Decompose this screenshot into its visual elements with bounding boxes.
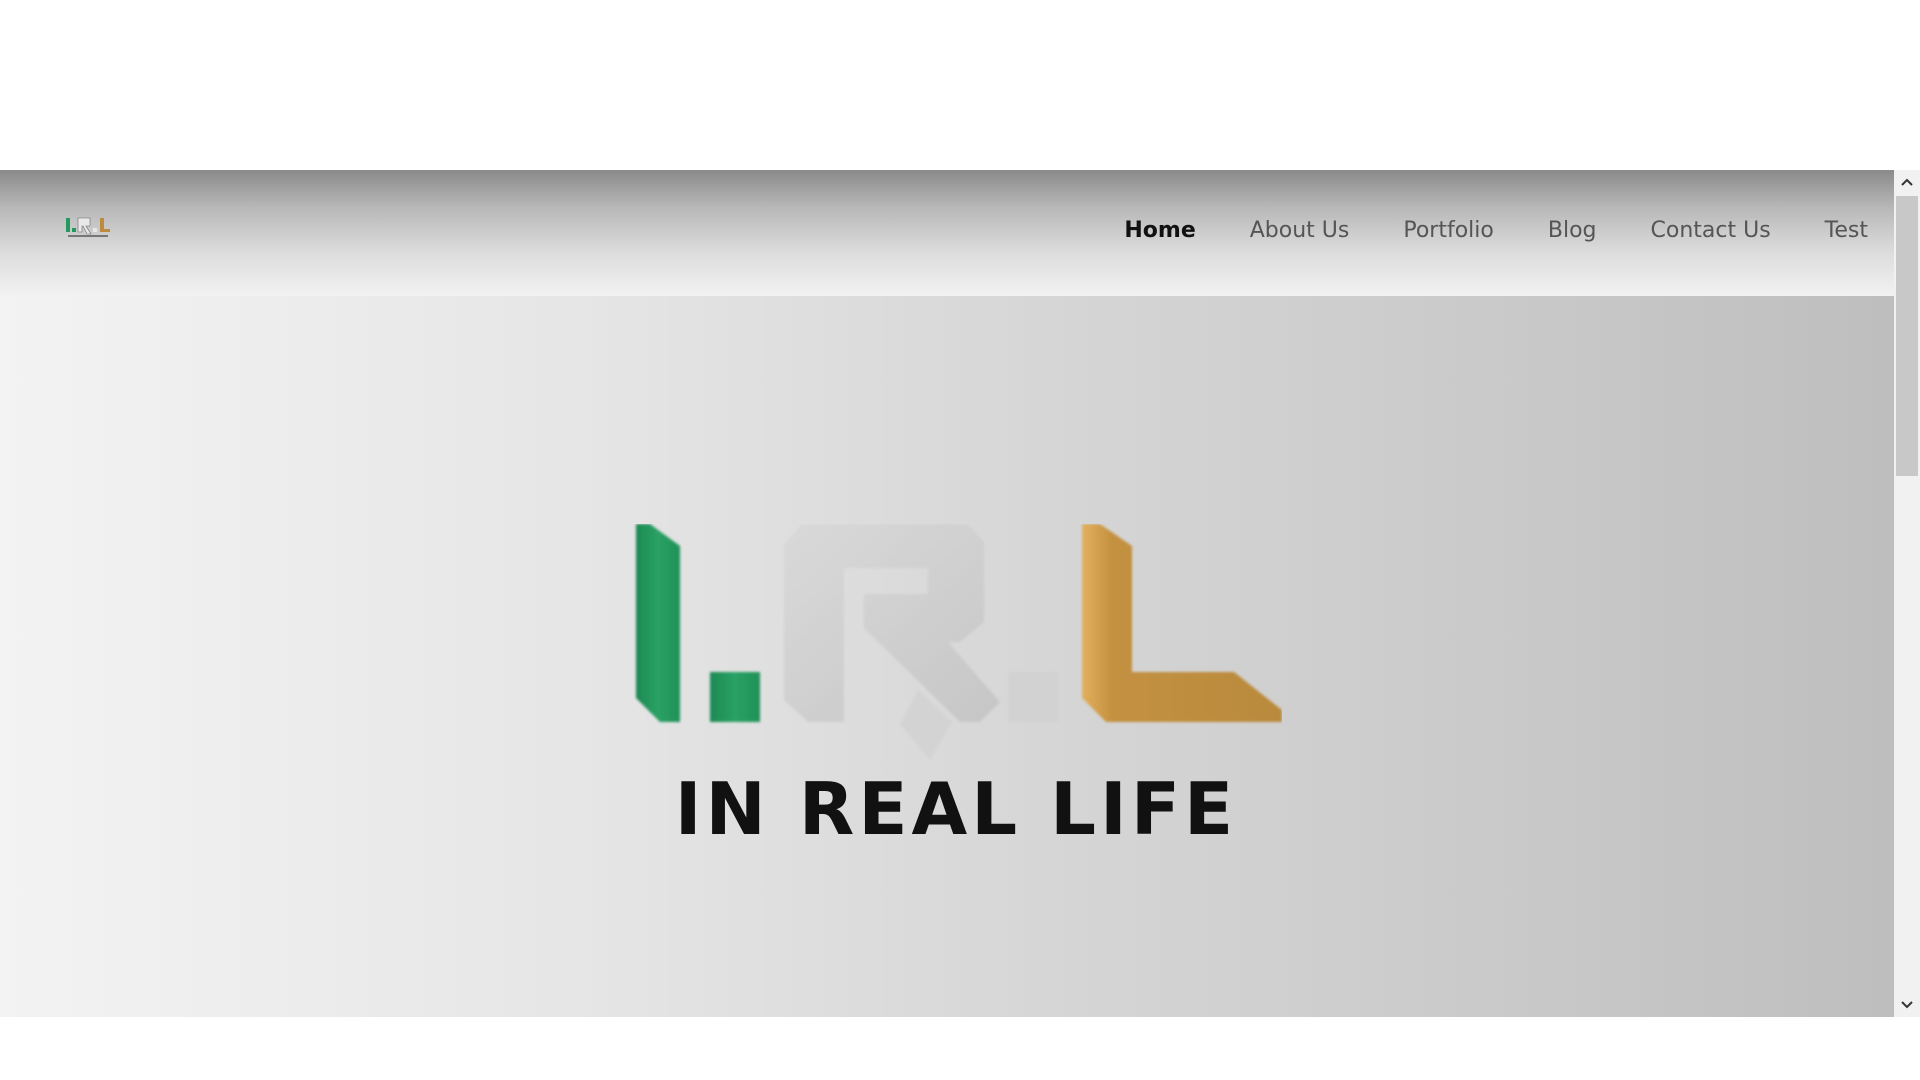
scroll-up-button[interactable] — [1894, 170, 1920, 194]
nav-item-contact-us: Contact Us — [1651, 218, 1771, 243]
nav-item-blog: Blog — [1548, 218, 1597, 243]
navbar: Home About Us Portfolio Blog Contact Us … — [0, 170, 1894, 296]
nav-item-test: Test — [1825, 218, 1868, 243]
hero-logo: IN REAL LIFE — [636, 524, 1282, 844]
nav-link-test[interactable]: Test — [1825, 218, 1868, 243]
browser-viewport: Home About Us Portfolio Blog Contact Us … — [0, 170, 1920, 1017]
nav-item-portfolio: Portfolio — [1403, 218, 1494, 243]
nav-item-home: Home — [1124, 218, 1195, 243]
nav-link-blog[interactable]: Blog — [1548, 218, 1597, 243]
nav-link-home[interactable]: Home — [1124, 218, 1195, 243]
nav-link-contact-us[interactable]: Contact Us — [1651, 218, 1771, 243]
scrollbar-thumb[interactable] — [1896, 196, 1918, 476]
nav-item-about-us: About Us — [1250, 218, 1350, 243]
vertical-scrollbar[interactable] — [1894, 170, 1920, 1017]
main-nav-menu: Home About Us Portfolio Blog Contact Us … — [1124, 218, 1868, 243]
page-body: Home About Us Portfolio Blog Contact Us … — [0, 170, 1894, 1017]
chevron-down-icon — [1901, 1001, 1913, 1009]
scroll-down-button[interactable] — [1894, 993, 1920, 1017]
hero-tagline: IN REAL LIFE — [675, 767, 1237, 844]
nav-link-portfolio[interactable]: Portfolio — [1403, 218, 1494, 243]
site-logo[interactable] — [64, 212, 114, 242]
chevron-up-icon — [1901, 178, 1913, 186]
nav-link-about-us[interactable]: About Us — [1250, 218, 1350, 243]
